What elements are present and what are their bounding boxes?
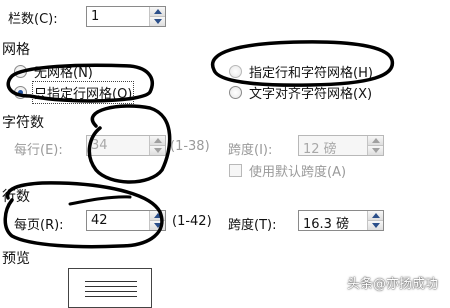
snap-char-grid-label[interactable]: 文字对齐字符网格(X) [249, 83, 372, 102]
preview-page [68, 268, 152, 308]
preview-text-line [85, 281, 137, 282]
line-grid-radio[interactable] [14, 86, 27, 99]
default-pitch-label[interactable]: 使用默认跨度(A) [249, 161, 346, 180]
columns-down-arrow-icon[interactable] [150, 16, 165, 26]
chars-pitch-spinner[interactable]: 12 磅 [298, 135, 384, 157]
preview-text-line [85, 296, 137, 297]
line-char-grid-label[interactable]: 指定行和字符网格(H) [249, 62, 373, 81]
preview-text-line [85, 291, 137, 292]
columns-label: 栏数(C): [8, 12, 58, 27]
lines-pitch-down-arrow-icon[interactable] [368, 220, 383, 230]
chars-down-arrow-icon[interactable] [150, 145, 165, 155]
default-pitch-checkbox[interactable] [229, 164, 242, 177]
lines-range: (1-42) [172, 214, 212, 229]
line-grid-label[interactable]: 只指定行网格(O) [31, 81, 135, 104]
chars-section-title: 字符数 [2, 115, 44, 131]
lines-pitch-label: 跨度(T): [228, 218, 277, 233]
chars-per-line-spinner[interactable]: 34 [86, 135, 166, 156]
columns-value[interactable]: 1 [91, 9, 99, 24]
lines-up-arrow-icon[interactable] [150, 211, 165, 221]
snap-char-grid-radio[interactable] [229, 86, 242, 99]
preview-text-line [85, 286, 137, 287]
no-grid-radio[interactable] [14, 65, 27, 78]
chars-pitch-down-arrow-icon[interactable] [368, 145, 383, 155]
annotation-stroke [68, 195, 132, 206]
lines-per-page-spinner[interactable]: 42 [86, 210, 166, 231]
chars-per-line-label: 每行(E): [14, 143, 63, 158]
grid-section-title: 网格 [2, 42, 30, 58]
preview-section-title: 预览 [2, 251, 30, 267]
lines-pitch-up-arrow-icon[interactable] [368, 211, 383, 221]
line-char-grid-radio[interactable] [229, 65, 242, 78]
chars-up-arrow-icon[interactable] [150, 136, 165, 146]
chars-pitch-value[interactable]: 12 磅 [303, 138, 337, 157]
chars-per-line-value[interactable]: 34 [91, 138, 108, 153]
lines-pitch-spinner[interactable]: 16.3 磅 [298, 210, 384, 232]
lines-pitch-value[interactable]: 16.3 磅 [303, 213, 349, 232]
no-grid-label[interactable]: 无网格(N) [34, 62, 93, 81]
lines-per-page-label: 每页(R): [14, 218, 64, 233]
columns-up-arrow-icon[interactable] [150, 7, 165, 17]
chars-range: (1-38) [170, 139, 210, 154]
lines-down-arrow-icon[interactable] [150, 220, 165, 230]
watermark: 头条@亦扬成功 [346, 277, 438, 292]
lines-section-title: 行数 [2, 189, 30, 205]
columns-spinner[interactable]: 1 [86, 6, 166, 27]
lines-per-page-value[interactable]: 42 [91, 213, 108, 228]
chars-pitch-up-arrow-icon[interactable] [368, 136, 383, 146]
chars-pitch-label: 跨度(I): [228, 143, 273, 158]
